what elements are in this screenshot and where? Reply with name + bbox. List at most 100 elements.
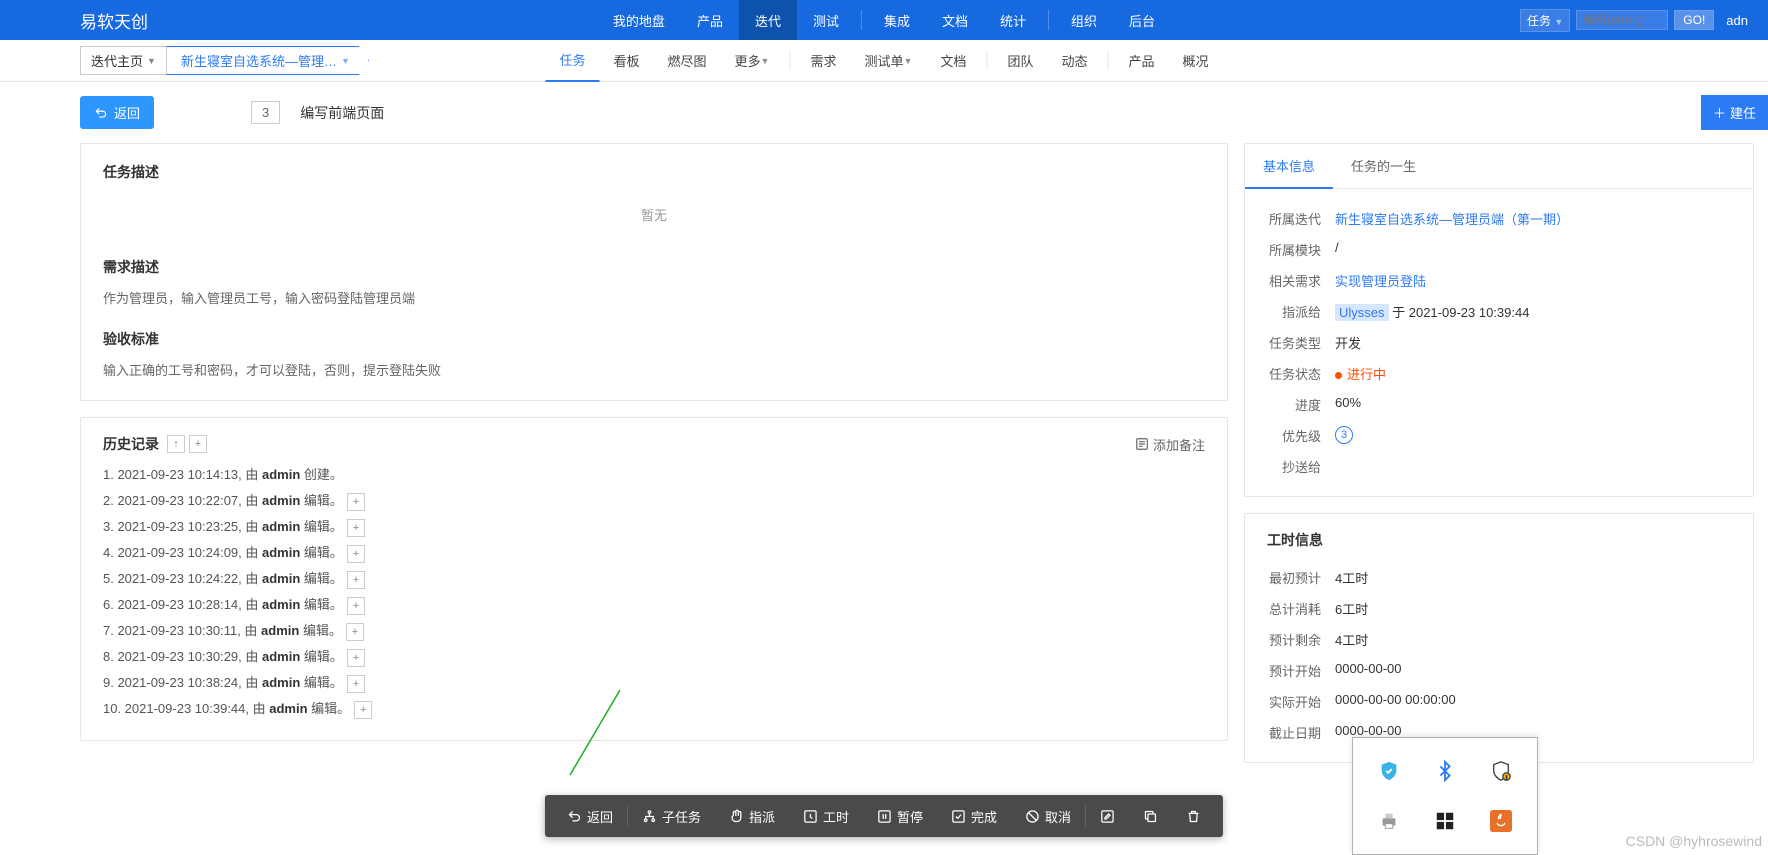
history-card: 历史记录 ↑ + 添加备注 1. 2021-09-23 10:14:13, 由 …	[80, 417, 1228, 741]
nav-文档[interactable]: 文档	[926, 0, 984, 40]
nav-后台[interactable]: 后台	[1113, 0, 1171, 40]
shield-icon	[1378, 760, 1400, 782]
ban-icon	[1025, 809, 1040, 824]
go-button[interactable]: GO!	[1674, 10, 1714, 30]
req-desc-body: 作为管理员，输入管理员工号，输入密码登陆管理员端	[103, 287, 1205, 310]
nav-产品[interactable]: 产品	[681, 0, 739, 40]
app-name: 易软天创	[80, 8, 148, 33]
req-desc-title: 需求描述	[103, 257, 1205, 277]
edit-icon	[1100, 809, 1115, 824]
printer-icon	[1378, 810, 1400, 832]
iteration-link[interactable]: 新生寝室自选系统—管理员端（第一期）	[1335, 209, 1569, 228]
nav-测试[interactable]: 测试	[797, 0, 855, 40]
history-expand-button[interactable]: +	[189, 435, 207, 453]
tray-bluetooth[interactable]	[1419, 748, 1471, 794]
action-pause[interactable]: 暂停	[863, 795, 937, 837]
breadcrumb-root[interactable]: 迭代主页▼	[80, 46, 167, 75]
subnav-概况[interactable]: 概况	[1168, 40, 1222, 82]
history-item: 7. 2021-09-23 10:30:11, 由 admin 编辑。+	[103, 618, 1205, 644]
assignee-link[interactable]: Ulysses	[1335, 304, 1389, 321]
history-expand-row[interactable]: +	[346, 623, 364, 641]
copy-icon	[1143, 809, 1158, 824]
subnav-产品[interactable]: 产品	[1114, 40, 1168, 82]
history-collapse-button[interactable]: ↑	[167, 435, 185, 453]
req-link[interactable]: 实现管理员登陆	[1335, 271, 1426, 290]
subnav-任务[interactable]: 任务	[545, 40, 599, 82]
history-expand-row[interactable]: +	[347, 545, 365, 563]
add-note-button[interactable]: 添加备注	[1135, 435, 1205, 454]
action-subtask[interactable]: 子任务	[628, 795, 715, 837]
accept-body: 输入正确的工号和密码，才可以登陆，否则，提示登陆失败	[103, 359, 1205, 382]
return-icon	[94, 106, 108, 120]
history-item: 1. 2021-09-23 10:14:13, 由 admin 创建。	[103, 462, 1205, 488]
subnav-文档[interactable]: 文档	[926, 40, 980, 82]
action-copy[interactable]	[1129, 795, 1172, 837]
subnav-燃尽图[interactable]: 燃尽图	[654, 40, 721, 82]
action-bar: 返回 子任务 指派 工时 暂停 完成 取消	[545, 795, 1223, 837]
history-expand-row[interactable]: +	[347, 571, 365, 589]
action-delete[interactable]	[1172, 795, 1215, 837]
action-effort[interactable]: 工时	[789, 795, 863, 837]
search-input[interactable]	[1576, 10, 1668, 30]
nav-我的地盘[interactable]: 我的地盘	[597, 0, 681, 40]
subnav-团队[interactable]: 团队	[993, 40, 1047, 82]
action-finish[interactable]: 完成	[937, 795, 1011, 837]
history-item: 9. 2021-09-23 10:38:24, 由 admin 编辑。+	[103, 670, 1205, 696]
basic-info-card: 基本信息 任务的一生 所属迭代新生寝室自选系统—管理员端（第一期） 所属模块/ …	[1244, 143, 1754, 497]
subnav-测试单[interactable]: 测试单 ▼	[850, 40, 926, 82]
priority-badge: 3	[1335, 426, 1353, 444]
trash-icon	[1186, 809, 1201, 824]
tree-icon	[642, 809, 657, 824]
nav-迭代[interactable]: 迭代	[739, 0, 797, 40]
effort-title: 工时信息	[1245, 514, 1753, 558]
sub-nav: 迭代主页▼ 新生寝室自选系统—管理… ▼ 任务看板燃尽图更多 ▼ 需求测试单 ▼文…	[0, 40, 1768, 82]
watermark: CSDN @hyhrosewind	[1626, 833, 1762, 849]
subnav-更多[interactable]: 更多 ▼	[721, 40, 784, 82]
subnav-看板[interactable]: 看板	[600, 40, 654, 82]
history-item: 3. 2021-09-23 10:23:25, 由 admin 编辑。+	[103, 514, 1205, 540]
effort-card: 工时信息 最初预计4工时 总计消耗6工时 预计剩余4工时 预计开始0000-00…	[1244, 513, 1754, 763]
tab-basic-info[interactable]: 基本信息	[1245, 144, 1333, 189]
tray-shield[interactable]	[1363, 748, 1415, 794]
history-expand-row[interactable]: +	[347, 597, 365, 615]
tray-app[interactable]	[1419, 798, 1471, 844]
note-icon	[1135, 437, 1149, 451]
return-icon	[567, 809, 582, 824]
back-button[interactable]: 返回	[80, 96, 154, 129]
new-task-button[interactable]: ＋建任	[1701, 95, 1768, 130]
tray-java[interactable]	[1475, 798, 1527, 844]
nav-组织[interactable]: 组织	[1055, 0, 1113, 40]
task-title: 编写前端页面	[300, 103, 384, 123]
history-item: 5. 2021-09-23 10:24:22, 由 admin 编辑。+	[103, 566, 1205, 592]
history-expand-row[interactable]: +	[354, 701, 372, 719]
top-nav: 易软天创 我的地盘产品迭代测试集成文档统计组织后台 任务 ▼ GO! adn	[0, 0, 1768, 40]
action-cancel[interactable]: 取消	[1011, 795, 1085, 837]
action-back[interactable]: 返回	[553, 795, 627, 837]
defender-icon: !	[1490, 760, 1512, 782]
tray-defender[interactable]: !	[1475, 748, 1527, 794]
history-expand-row[interactable]: +	[347, 675, 365, 693]
history-expand-row[interactable]: +	[347, 649, 365, 667]
breadcrumb-iteration[interactable]: 新生寝室自选系统—管理… ▼	[166, 46, 369, 75]
action-edit[interactable]	[1086, 795, 1129, 837]
history-expand-row[interactable]: +	[347, 493, 365, 511]
tab-task-life[interactable]: 任务的一生	[1333, 144, 1434, 188]
bluetooth-icon	[1434, 760, 1456, 782]
history-item: 4. 2021-09-23 10:24:09, 由 admin 编辑。+	[103, 540, 1205, 566]
task-id: 3	[251, 101, 280, 124]
action-assign[interactable]: 指派	[715, 795, 789, 837]
nav-统计[interactable]: 统计	[984, 0, 1042, 40]
search-type-select[interactable]: 任务 ▼	[1520, 9, 1570, 32]
history-item: 8. 2021-09-23 10:30:29, 由 admin 编辑。+	[103, 644, 1205, 670]
history-expand-row[interactable]: +	[347, 519, 365, 537]
subnav-需求[interactable]: 需求	[796, 40, 850, 82]
subnav-动态[interactable]: 动态	[1047, 40, 1101, 82]
task-desc-body: 暂无	[103, 192, 1205, 239]
pause-icon	[877, 809, 892, 824]
app-icon	[1434, 810, 1456, 832]
nav-集成[interactable]: 集成	[868, 0, 926, 40]
system-tray: !	[1352, 737, 1538, 855]
user-label[interactable]: adn	[1720, 13, 1748, 28]
tray-printer[interactable]	[1363, 798, 1415, 844]
task-desc-title: 任务描述	[103, 162, 1205, 182]
